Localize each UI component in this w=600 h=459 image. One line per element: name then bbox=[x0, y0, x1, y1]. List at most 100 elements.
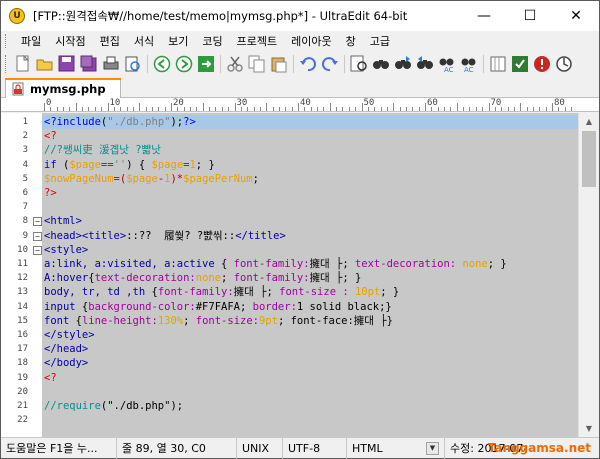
code-line[interactable]: 20 bbox=[1, 385, 578, 399]
menu-item-2[interactable]: 편집 bbox=[93, 33, 127, 49]
find-icon[interactable] bbox=[372, 55, 390, 73]
vertical-scrollbar[interactable]: ▲ ▼ bbox=[578, 113, 599, 437]
open-folder-icon[interactable] bbox=[36, 55, 54, 73]
find-in-files-icon[interactable] bbox=[350, 55, 368, 73]
save-icon[interactable] bbox=[58, 55, 76, 73]
status-encoding[interactable]: UTF-8 bbox=[283, 437, 347, 459]
chevron-down-icon[interactable]: ▼ bbox=[426, 441, 439, 455]
code-line[interactable]: 7 bbox=[1, 200, 578, 214]
menu-item-6[interactable]: 프로젝트 bbox=[230, 33, 284, 49]
cut-icon[interactable] bbox=[226, 55, 244, 73]
copy-icon[interactable] bbox=[248, 55, 266, 73]
code-cell[interactable]: </head> bbox=[42, 342, 578, 356]
find-prev-icon[interactable] bbox=[416, 55, 434, 73]
code-line[interactable]: 3 //?쌩씨吏 湲곕낫 ?뺣낫 bbox=[1, 143, 578, 157]
code-line[interactable]: 18 </body> bbox=[1, 356, 578, 370]
code-cell[interactable]: </body> bbox=[42, 356, 578, 370]
code-cell[interactable]: input {background-color:#F7FAFA; border:… bbox=[42, 300, 578, 314]
code-line[interactable]: 1 <?include("./db.php");?> bbox=[1, 115, 578, 129]
code-cell[interactable]: </style> bbox=[42, 328, 578, 342]
spell-icon[interactable] bbox=[511, 55, 529, 73]
fold-toggle-icon[interactable]: − bbox=[33, 217, 42, 227]
code-cell[interactable]: ?> bbox=[42, 186, 578, 200]
replace-icon[interactable]: AC bbox=[438, 55, 456, 73]
minimize-button[interactable]: — bbox=[461, 1, 507, 31]
code-line[interactable]: 12 A:hover{text-decoration:none; font-fam… bbox=[1, 271, 578, 285]
scroll-up-icon[interactable]: ▲ bbox=[579, 113, 599, 130]
code-line[interactable]: 10− <style> bbox=[1, 243, 578, 257]
print-icon[interactable] bbox=[102, 55, 120, 73]
code-line[interactable]: 16 </style> bbox=[1, 328, 578, 342]
code-cell[interactable]: //require("./db.php"); bbox=[42, 399, 578, 413]
code-cell[interactable]: <? bbox=[42, 371, 578, 385]
tab-mymsg-php[interactable]: mymsg.php bbox=[5, 78, 121, 98]
code-line[interactable]: 9− <head><title>::?? 履쒖? ?뺤씪::</title> bbox=[1, 229, 578, 243]
menu-item-3[interactable]: 서식 bbox=[127, 33, 161, 49]
code-cell[interactable]: //?쌩씨吏 湲곕낫 ?뺣낫 bbox=[42, 143, 578, 157]
code-cell[interactable]: A:hover{text-decoration:none; font-famil… bbox=[42, 271, 578, 285]
fold-toggle-icon[interactable]: − bbox=[33, 231, 42, 241]
code-line[interactable]: 5 $nowPageNum=($page-1)*$pagePerNum; bbox=[1, 172, 578, 186]
code-line[interactable]: 2 <? bbox=[1, 129, 578, 143]
code-cell[interactable]: <? bbox=[42, 129, 578, 143]
code-line[interactable]: 4 if ($page=='') { $page=1; } bbox=[1, 158, 578, 172]
code-line[interactable]: 14 input {background-color:#F7FAFA; borde… bbox=[1, 300, 578, 314]
paste-icon[interactable] bbox=[270, 55, 288, 73]
ruler-tick bbox=[132, 107, 134, 111]
code-line[interactable]: 8− <html> bbox=[1, 214, 578, 228]
code-cell[interactable]: $nowPageNum=($page-1)*$pagePerNum; bbox=[42, 172, 578, 186]
code-cell[interactable]: <head><title>::?? 履쒖? ?뺤씪::</title> bbox=[42, 229, 578, 243]
refresh-icon[interactable] bbox=[197, 55, 215, 73]
toolbar-grip[interactable] bbox=[5, 55, 8, 73]
undo-icon[interactable] bbox=[299, 55, 317, 73]
code-cell[interactable]: if ($page=='') { $page=1; } bbox=[42, 158, 578, 172]
code-cell[interactable] bbox=[42, 200, 578, 214]
scroll-down-icon[interactable]: ▼ bbox=[579, 420, 599, 437]
print-preview-icon[interactable] bbox=[124, 55, 142, 73]
code-line[interactable]: 13 body, tr, td ,th {font-family:擁대 ├; fo… bbox=[1, 285, 578, 299]
fold-toggle-icon[interactable]: − bbox=[33, 245, 42, 255]
save-all-icon[interactable] bbox=[80, 55, 98, 73]
web-icon[interactable] bbox=[533, 55, 551, 73]
code-cell[interactable]: <html> bbox=[42, 214, 578, 228]
close-button[interactable]: ✕ bbox=[553, 1, 599, 31]
code-cell[interactable] bbox=[42, 385, 578, 399]
code-token: $page bbox=[126, 172, 158, 185]
settings-icon[interactable] bbox=[555, 55, 573, 73]
maximize-button[interactable]: ☐ bbox=[507, 1, 553, 31]
forward-icon[interactable] bbox=[175, 55, 193, 73]
code-line[interactable]: 19 <? bbox=[1, 371, 578, 385]
code-text: //?쌩씨吏 湲곕낫 ?뺣낫 bbox=[44, 143, 161, 157]
menu-item-1[interactable]: 시작점 bbox=[48, 33, 92, 49]
scroll-thumb[interactable] bbox=[582, 131, 596, 187]
code-cell[interactable]: font {line-height:130%; font-size:9pt; f… bbox=[42, 314, 578, 328]
code-cell[interactable]: <?include("./db.php");?> bbox=[42, 115, 578, 129]
code-line[interactable]: 21 //require("./db.php"); bbox=[1, 399, 578, 413]
menu-item-7[interactable]: 레이아웃 bbox=[284, 33, 338, 49]
status-line-ending[interactable]: UNIX bbox=[237, 437, 283, 459]
menu-item-8[interactable]: 창 bbox=[339, 33, 363, 49]
status-syntax[interactable]: HTML ▼ bbox=[347, 437, 445, 459]
code-cell[interactable]: <style> bbox=[42, 243, 578, 257]
code-line[interactable]: 6 ?> bbox=[1, 186, 578, 200]
redo-icon[interactable] bbox=[321, 55, 339, 73]
menu-item-4[interactable]: 보기 bbox=[161, 33, 195, 49]
code-line[interactable]: 11 a:link, a:visited, a:active { font-fam… bbox=[1, 257, 578, 271]
back-icon[interactable] bbox=[153, 55, 171, 73]
menu-item-0[interactable]: 파일 bbox=[14, 33, 48, 49]
find-next-icon[interactable] bbox=[394, 55, 412, 73]
replace-in-files-icon[interactable]: AC bbox=[460, 55, 478, 73]
code-line[interactable]: 22 bbox=[1, 413, 578, 427]
code-cell[interactable] bbox=[42, 413, 578, 427]
code-editor[interactable]: 1 <?include("./db.php");?> 2 <? 3//?쌩씨吏 湲곕낫 … bbox=[1, 113, 599, 437]
column-icon[interactable] bbox=[489, 55, 507, 73]
code-cell[interactable]: body, tr, td ,th {font-family:擁대 ├; font… bbox=[42, 285, 578, 299]
ruler-tick bbox=[291, 107, 293, 111]
code-line[interactable]: 17 </head> bbox=[1, 342, 578, 356]
code-cell[interactable]: a:link, a:visited, a:active { font-famil… bbox=[42, 257, 578, 271]
menu-item-9[interactable]: 고급 bbox=[363, 33, 397, 49]
menu-item-5[interactable]: 코딩 bbox=[195, 33, 229, 49]
new-file-icon[interactable] bbox=[14, 55, 32, 73]
menu-grip[interactable] bbox=[5, 34, 8, 48]
code-line[interactable]: 15 font {line-height:130%; font-size:9pt;… bbox=[1, 314, 578, 328]
